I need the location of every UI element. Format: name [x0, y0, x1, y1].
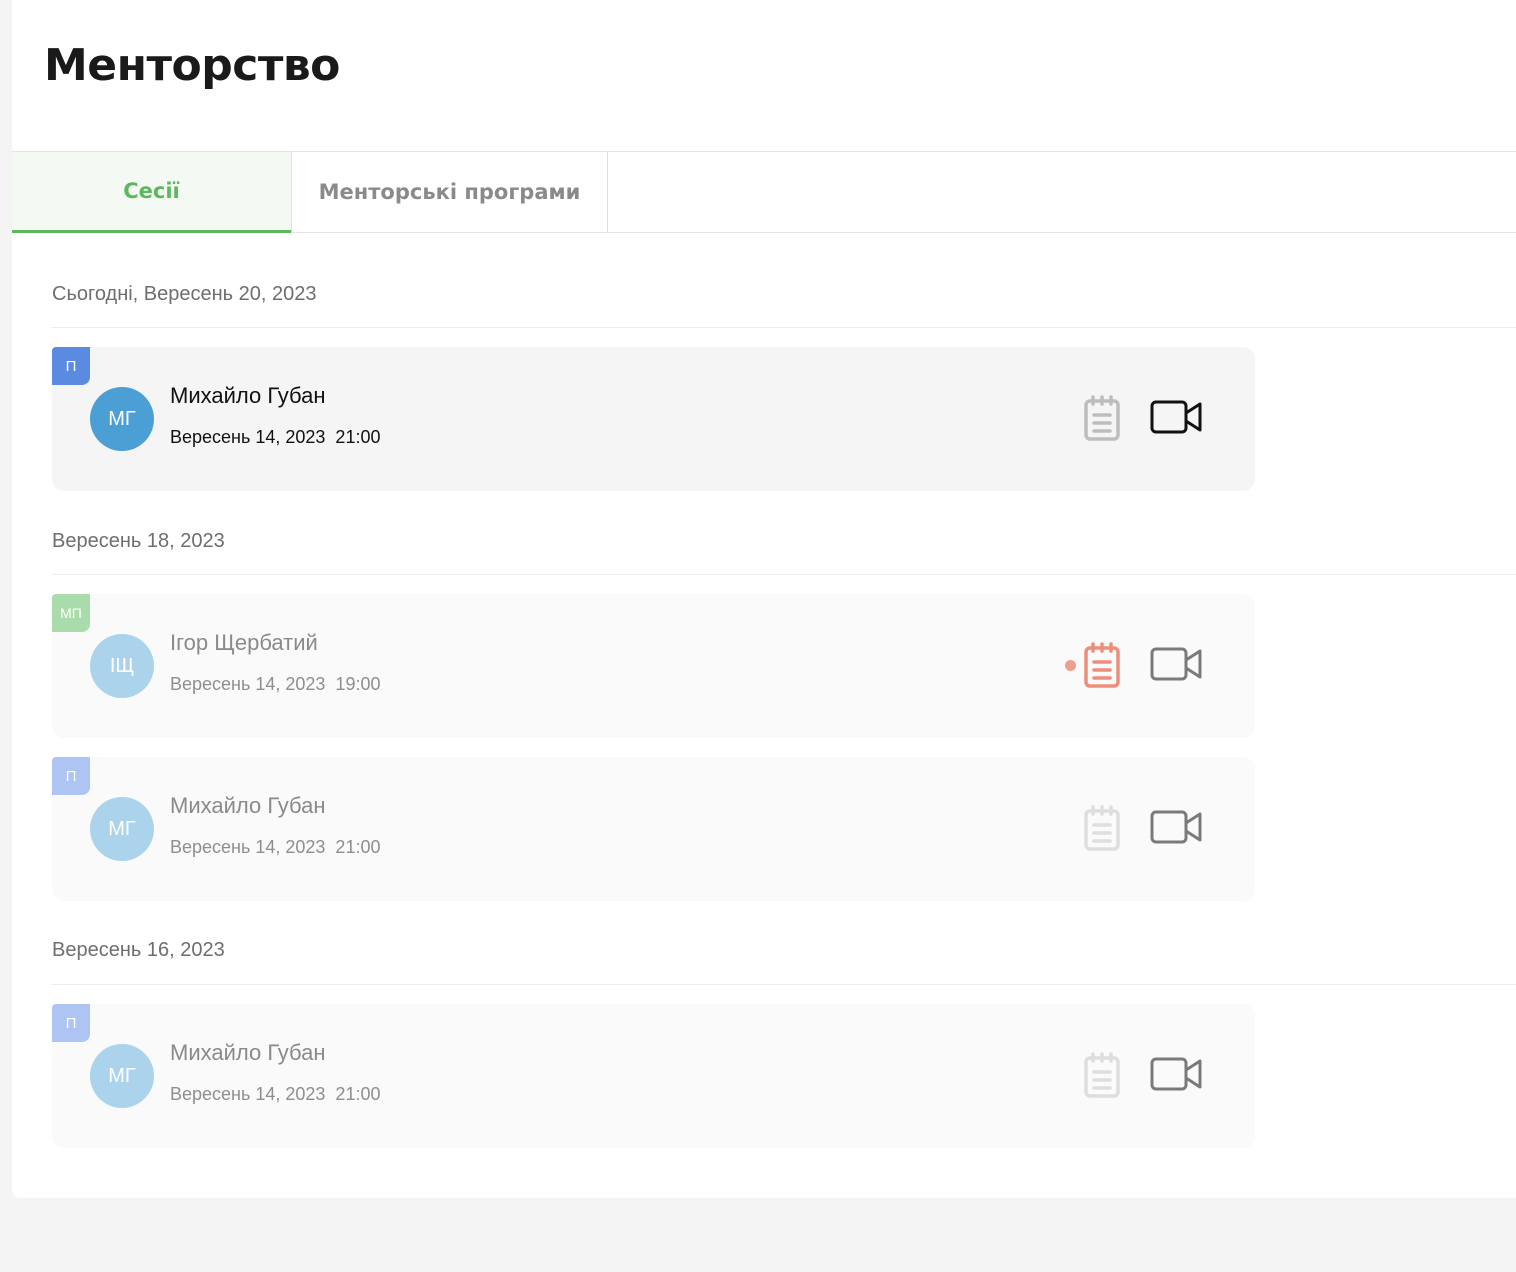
avatar: МГ — [90, 387, 154, 451]
session-card[interactable]: МП ІЩ Ігор Щербатий Вересень 14, 2023 19… — [52, 594, 1255, 738]
session-datetime: Вересень 14, 2023 19:00 — [170, 674, 381, 694]
session-datetime: Вересень 14, 2023 21:00 — [170, 427, 381, 447]
notepad-icon[interactable] — [1082, 395, 1124, 443]
avatar: МГ — [90, 1044, 154, 1108]
video-camera-icon[interactable] — [1150, 399, 1204, 435]
avatar: МГ — [90, 797, 154, 861]
video-camera-icon[interactable] — [1150, 646, 1204, 682]
notepad-icon[interactable] — [1082, 805, 1124, 853]
divider — [52, 574, 1516, 575]
session-card[interactable]: П МГ Михайло Губан Вересень 14, 2023 21:… — [52, 347, 1255, 491]
mentor-name: Ігор Щербатий — [170, 630, 318, 655]
date-group-heading: Вересень 18, 2023 — [52, 530, 225, 552]
date-group-heading: Сьогодні, Вересень 20, 2023 — [52, 283, 317, 305]
tab-bar: Сесії Менторські програми — [12, 151, 1516, 233]
notepad-icon[interactable] — [1082, 1052, 1124, 1100]
mentor-name: Михайло Губан — [170, 793, 326, 818]
session-datetime: Вересень 14, 2023 21:00 — [170, 837, 381, 857]
session-type-badge: П — [52, 347, 90, 385]
date-group-heading: Вересень 16, 2023 — [52, 939, 225, 961]
session-card[interactable]: П МГ Михайло Губан Вересень 14, 2023 21:… — [52, 757, 1255, 901]
divider — [52, 984, 1516, 985]
video-camera-icon[interactable] — [1150, 809, 1204, 845]
session-type-badge: МП — [52, 594, 90, 632]
tab-sessions[interactable]: Сесії — [12, 152, 291, 233]
mentor-name: Михайло Губан — [170, 383, 326, 408]
page-title: Менторство — [44, 40, 340, 91]
video-camera-icon[interactable] — [1150, 1056, 1204, 1092]
avatar: ІЩ — [90, 634, 154, 698]
session-type-badge: П — [52, 757, 90, 795]
session-card[interactable]: П МГ Михайло Губан Вересень 14, 2023 21:… — [52, 1004, 1255, 1148]
session-type-badge: П — [52, 1004, 90, 1042]
divider — [52, 327, 1516, 328]
session-datetime: Вересень 14, 2023 21:00 — [170, 1084, 381, 1104]
main-panel: Менторство Сесії Менторські програми Сьо… — [12, 0, 1516, 1198]
notepad-icon[interactable] — [1082, 642, 1124, 690]
tab-mentor-programs[interactable]: Менторські програми — [291, 152, 608, 232]
unread-note-dot — [1065, 660, 1076, 671]
mentor-name: Михайло Губан — [170, 1040, 326, 1065]
